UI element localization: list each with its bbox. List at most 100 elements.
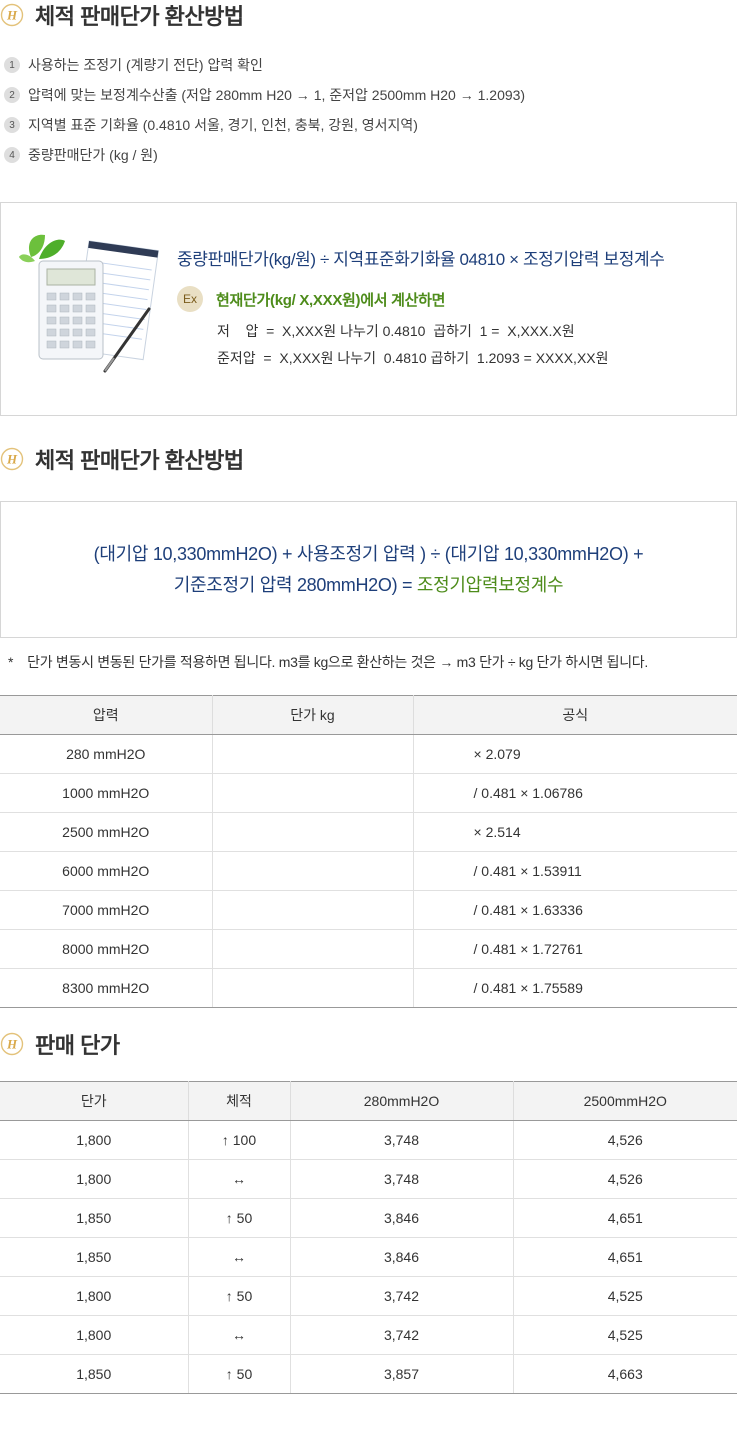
correction-formula-line-2: 기준조정기 압력 280mmH2O) = 조정기압력보정계수: [1, 570, 736, 601]
formula-cell: / 0.481 × 1.06786: [413, 773, 737, 813]
pressure-formula-table: 압력 단가 kg 공식 280 mmH2O × 2.079 1000 mmH2O…: [0, 695, 737, 1008]
price-kg-cell: [212, 773, 414, 813]
medium-pressure-price-cell: 4,525: [513, 1276, 737, 1316]
table-header-row: 압력 단가 kg 공식: [0, 695, 737, 735]
table-row: 2500 mmH2O × 2.514: [0, 812, 737, 852]
volume-cell: ↑ 50: [188, 1354, 291, 1394]
step-item: 3 지역별 표준 기화율 (0.4810 서울, 경기, 인천, 충북, 강원,…: [4, 110, 525, 140]
unit-price-cell: 1,850: [0, 1237, 189, 1277]
section-title-text: 체적 판매단가 환산방법: [35, 4, 244, 29]
column-header: 2500mmH2O: [513, 1081, 737, 1121]
step-text: 지역별 표준 기화율 (0.4810 서울, 경기, 인천, 충북, 강원, 영…: [28, 117, 418, 133]
calculator-notepad-illustration: [19, 234, 159, 373]
section-title-2: H 체적 판매단가 환산방법: [0, 444, 244, 474]
formula-cell: × 2.079: [413, 734, 737, 774]
unit-price-cell: 1,850: [0, 1354, 189, 1394]
price-note: * 단가 변동시 변동된 단가를 적용하면 됩니다. m3를 kg으로 환산하는 …: [8, 652, 648, 672]
formula-main-text: 중량판매단가(kg/원) ÷ 지역표준화기화율 04810 × 조정기압력 보정…: [177, 250, 665, 269]
table-row: 1,850 ↔ 3,846 4,651: [0, 1237, 737, 1277]
section-title-1: H 체적 판매단가 환산방법: [0, 0, 244, 30]
low-pressure-price-cell: 3,742: [290, 1315, 514, 1355]
price-kg-cell: [212, 812, 414, 852]
formula-box: 중량판매단가(kg/원) ÷ 지역표준화기화율 04810 × 조정기압력 보정…: [0, 202, 737, 416]
correction-formula-box: (대기압 10,330mmH2O) + 사용조정기 압력 ) ÷ (대기압 10…: [0, 501, 737, 638]
medium-pressure-price-cell: 4,651: [513, 1198, 737, 1238]
step-number: 2: [4, 87, 20, 103]
column-header: 단가 kg: [212, 695, 414, 735]
section-title-3: H 판매 단가: [0, 1029, 120, 1059]
volume-cell: ↔: [188, 1159, 291, 1199]
formula-cell: / 0.481 × 1.75589: [413, 968, 737, 1008]
correction-formula-line-2-text: 기준조정기 압력 280mmH2O) =: [173, 575, 417, 595]
low-pressure-price-cell: 3,748: [290, 1159, 514, 1199]
example-line-low-pressure: 저 압 = X,XXX원 나누기 0.4810 곱하기 1 = X,XXX.X원: [217, 323, 575, 339]
column-header: 공식: [413, 695, 737, 735]
pressure-cell: 7000 mmH2O: [0, 890, 213, 930]
price-kg-cell: [212, 734, 414, 774]
volume-cell: ↔: [188, 1237, 291, 1277]
step-text: 중량판매단가 (kg / 원): [28, 147, 158, 163]
volume-cell: ↔: [188, 1315, 291, 1355]
low-pressure-price-cell: 3,748: [290, 1120, 514, 1160]
step-number: 4: [4, 147, 20, 163]
column-header: 단가: [0, 1081, 189, 1121]
step-item: 1 사용하는 조정기 (계량기 전단) 압력 확인: [4, 50, 525, 80]
price-kg-cell: [212, 929, 414, 969]
svg-text:H: H: [6, 1037, 18, 1052]
table-row: 1000 mmH2O / 0.481 × 1.06786: [0, 773, 737, 813]
table-row: 1,800 ↔ 3,742 4,525: [0, 1315, 737, 1355]
note-star: *: [8, 654, 14, 670]
pressure-cell: 1000 mmH2O: [0, 773, 213, 813]
volume-cell: ↑ 100: [188, 1120, 291, 1160]
unit-price-cell: 1,850: [0, 1198, 189, 1238]
unit-price-cell: 1,800: [0, 1315, 189, 1355]
correction-formula-line-1: (대기압 10,330mmH2O) + 사용조정기 압력 ) ÷ (대기압 10…: [93, 544, 644, 564]
formula-cell: / 0.481 × 1.53911: [413, 851, 737, 891]
table-row: 7000 mmH2O / 0.481 × 1.63336: [0, 890, 737, 930]
formula-cell: × 2.514: [413, 812, 737, 852]
medium-pressure-price-cell: 4,526: [513, 1159, 737, 1199]
pressure-cell: 2500 mmH2O: [0, 812, 213, 852]
pressure-cell: 8300 mmH2O: [0, 968, 213, 1008]
table-row: 280 mmH2O × 2.079: [0, 734, 737, 774]
table-row: 6000 mmH2O / 0.481 × 1.53911: [0, 851, 737, 891]
pressure-cell: 6000 mmH2O: [0, 851, 213, 891]
steps-list: 1 사용하는 조정기 (계량기 전단) 압력 확인 2 압력에 맞는 보정계수산…: [4, 50, 525, 170]
medium-pressure-price-cell: 4,651: [513, 1237, 737, 1277]
correction-formula-result: 조정기압력보정계수: [416, 575, 564, 595]
step-number: 1: [4, 57, 20, 73]
low-pressure-price-cell: 3,857: [290, 1354, 514, 1394]
low-pressure-price-cell: 3,846: [290, 1198, 514, 1238]
formula-cell: / 0.481 × 1.63336: [413, 890, 737, 930]
step-item: 4 중량판매단가 (kg / 원): [4, 140, 525, 170]
table-row: 1,850 ↑ 50 3,857 4,663: [0, 1354, 737, 1394]
volume-cell: ↑ 50: [188, 1276, 291, 1316]
brand-logo-icon: H: [0, 447, 24, 471]
section-title-text: 체적 판매단가 환산방법: [35, 448, 244, 473]
volume-cell: ↑ 50: [188, 1198, 291, 1238]
section-title-text: 판매 단가: [35, 1033, 120, 1058]
low-pressure-price-cell: 3,846: [290, 1237, 514, 1277]
column-header: 280mmH2O: [290, 1081, 514, 1121]
low-pressure-price-cell: 3,742: [290, 1276, 514, 1316]
example-title: 현재단가(kg/ X,XXX원)에서 계산하면: [216, 291, 446, 309]
svg-text:H: H: [6, 8, 18, 23]
note-text: 단가 변동시 변동된 단가를 적용하면 됩니다. m3를 kg으로 환산하는 것…: [27, 654, 648, 670]
unit-price-cell: 1,800: [0, 1120, 189, 1160]
step-number: 3: [4, 117, 20, 133]
svg-text:H: H: [6, 452, 18, 467]
example-badge: Ex: [177, 286, 203, 312]
medium-pressure-price-cell: 4,526: [513, 1120, 737, 1160]
column-header: 압력: [0, 695, 213, 735]
step-item: 2 압력에 맞는 보정계수산출 (저압 280mm H20 → 1, 준저압 2…: [4, 80, 525, 110]
step-text: 사용하는 조정기 (계량기 전단) 압력 확인: [28, 57, 263, 73]
table-row: 1,850 ↑ 50 3,846 4,651: [0, 1198, 737, 1238]
unit-price-cell: 1,800: [0, 1159, 189, 1199]
table-header-row: 단가 체적 280mmH2O 2500mmH2O: [0, 1081, 737, 1121]
medium-pressure-price-cell: 4,525: [513, 1315, 737, 1355]
brand-logo-icon: H: [0, 3, 24, 27]
unit-price-cell: 1,800: [0, 1276, 189, 1316]
table-row: 8000 mmH2O / 0.481 × 1.72761: [0, 929, 737, 969]
table-row: 1,800 ↑ 50 3,742 4,525: [0, 1276, 737, 1316]
formula-cell: / 0.481 × 1.72761: [413, 929, 737, 969]
